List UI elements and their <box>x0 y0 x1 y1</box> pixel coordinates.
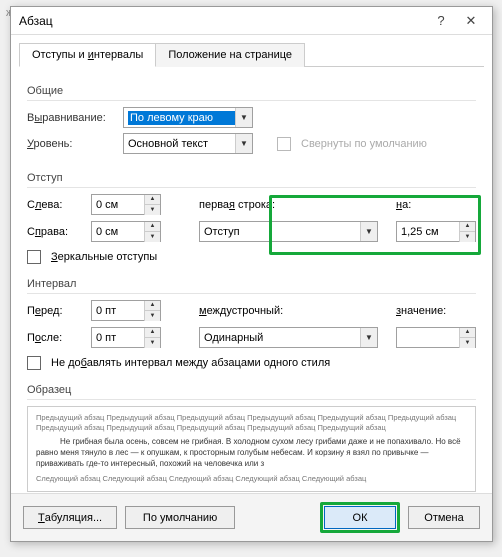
spin-up-icon[interactable]: ▲ <box>145 328 160 338</box>
titlebar: Абзац ? ✕ <box>11 7 492 35</box>
help-button[interactable]: ? <box>426 10 456 32</box>
outline-level-select[interactable]: Основной текст ▼ <box>123 133 253 154</box>
before-spin[interactable]: 0 пт ▲▼ <box>91 300 161 321</box>
dialog-footer: Табуляция... По умолчанию ОК Отмена <box>11 493 492 541</box>
left-indent-spin[interactable]: 0 см ▲▼ <box>91 194 161 215</box>
cancel-button[interactable]: Отмена <box>408 506 480 529</box>
right-indent-spin[interactable]: 0 см ▲▼ <box>91 221 161 242</box>
before-label: Перед: <box>27 305 87 317</box>
after-spin[interactable]: 0 пт ▲▼ <box>91 327 161 348</box>
group-indent-title: Отступ <box>27 172 476 188</box>
chevron-down-icon[interactable]: ▼ <box>235 108 252 127</box>
tab-indents[interactable]: Отступы и интервалы <box>19 43 156 67</box>
group-preview-title: Образец <box>27 384 476 400</box>
preview-prev-text: Предыдущий абзац Предыдущий абзац Предыд… <box>36 413 467 433</box>
dont-add-space-checkbox[interactable] <box>27 356 41 370</box>
preview-box: Предыдущий абзац Предыдущий абзац Предыд… <box>27 406 476 492</box>
spin-down-icon[interactable]: ▼ <box>145 338 160 348</box>
close-button[interactable]: ✕ <box>456 10 486 32</box>
chevron-down-icon[interactable]: ▼ <box>235 134 252 153</box>
first-line-label: первая строка: <box>199 199 378 211</box>
collapse-label: Свернуты по умолчанию <box>301 138 427 150</box>
spin-down-icon[interactable]: ▼ <box>460 232 475 242</box>
chevron-down-icon[interactable]: ▼ <box>360 328 377 347</box>
right-indent-label: Справа: <box>27 226 87 238</box>
at-label: значение: <box>396 305 476 317</box>
preview-next-text: Следующий абзац Следующий абзац Следующи… <box>36 474 467 484</box>
spin-down-icon[interactable]: ▼ <box>145 311 160 321</box>
set-default-button[interactable]: По умолчанию <box>125 506 235 529</box>
spin-up-icon[interactable]: ▲ <box>145 195 160 205</box>
tab-strip: Отступы и интервалы Положение на страниц… <box>11 35 492 67</box>
spin-up-icon[interactable]: ▲ <box>460 222 475 232</box>
dialog-title: Абзац <box>19 14 53 28</box>
group-spacing-title: Интервал <box>27 278 476 294</box>
line-spacing-at-spin[interactable]: ▲▼ <box>396 327 476 348</box>
group-general-title: Общие <box>27 85 476 101</box>
spin-up-icon[interactable]: ▲ <box>145 301 160 311</box>
line-spacing-select[interactable]: Одинарный ▼ <box>199 327 378 348</box>
paragraph-dialog: Абзац ? ✕ Отступы и интервалы Положение … <box>10 6 493 542</box>
preview-sample-text: Не грибная была осень, совсем не грибная… <box>36 437 467 469</box>
spin-up-icon[interactable]: ▲ <box>460 328 475 338</box>
tab-position[interactable]: Положение на странице <box>155 43 305 67</box>
by-label: на: <box>396 199 476 211</box>
alignment-select[interactable]: По левому краю ▼ <box>123 107 253 128</box>
highlight-ok: ОК <box>320 502 400 533</box>
dialog-content: Общие Выравнивание: По левому краю ▼ Уро… <box>11 67 492 500</box>
ok-button[interactable]: ОК <box>324 506 396 529</box>
spin-down-icon[interactable]: ▼ <box>145 205 160 215</box>
chevron-down-icon[interactable]: ▼ <box>360 222 377 241</box>
mirror-indents-label: Зеркальные отступы <box>51 251 157 263</box>
outline-level-label: Уровень: <box>27 138 117 150</box>
mirror-indents-checkbox[interactable] <box>27 250 41 264</box>
line-spacing-label: междустрочный: <box>199 305 378 317</box>
first-line-select[interactable]: Отступ ▼ <box>199 221 378 242</box>
alignment-label: Выравнивание: <box>27 112 117 124</box>
spin-up-icon[interactable]: ▲ <box>145 222 160 232</box>
spin-down-icon[interactable]: ▼ <box>145 232 160 242</box>
collapse-checkbox <box>277 137 291 151</box>
after-label: После: <box>27 332 87 344</box>
tabs-button[interactable]: Табуляция... <box>23 506 117 529</box>
left-indent-label: Слева: <box>27 199 87 211</box>
dont-add-space-label: Не добавлять интервал между абзацами одн… <box>51 357 330 369</box>
first-line-by-spin[interactable]: 1,25 см ▲▼ <box>396 221 476 242</box>
spin-down-icon[interactable]: ▼ <box>460 338 475 348</box>
